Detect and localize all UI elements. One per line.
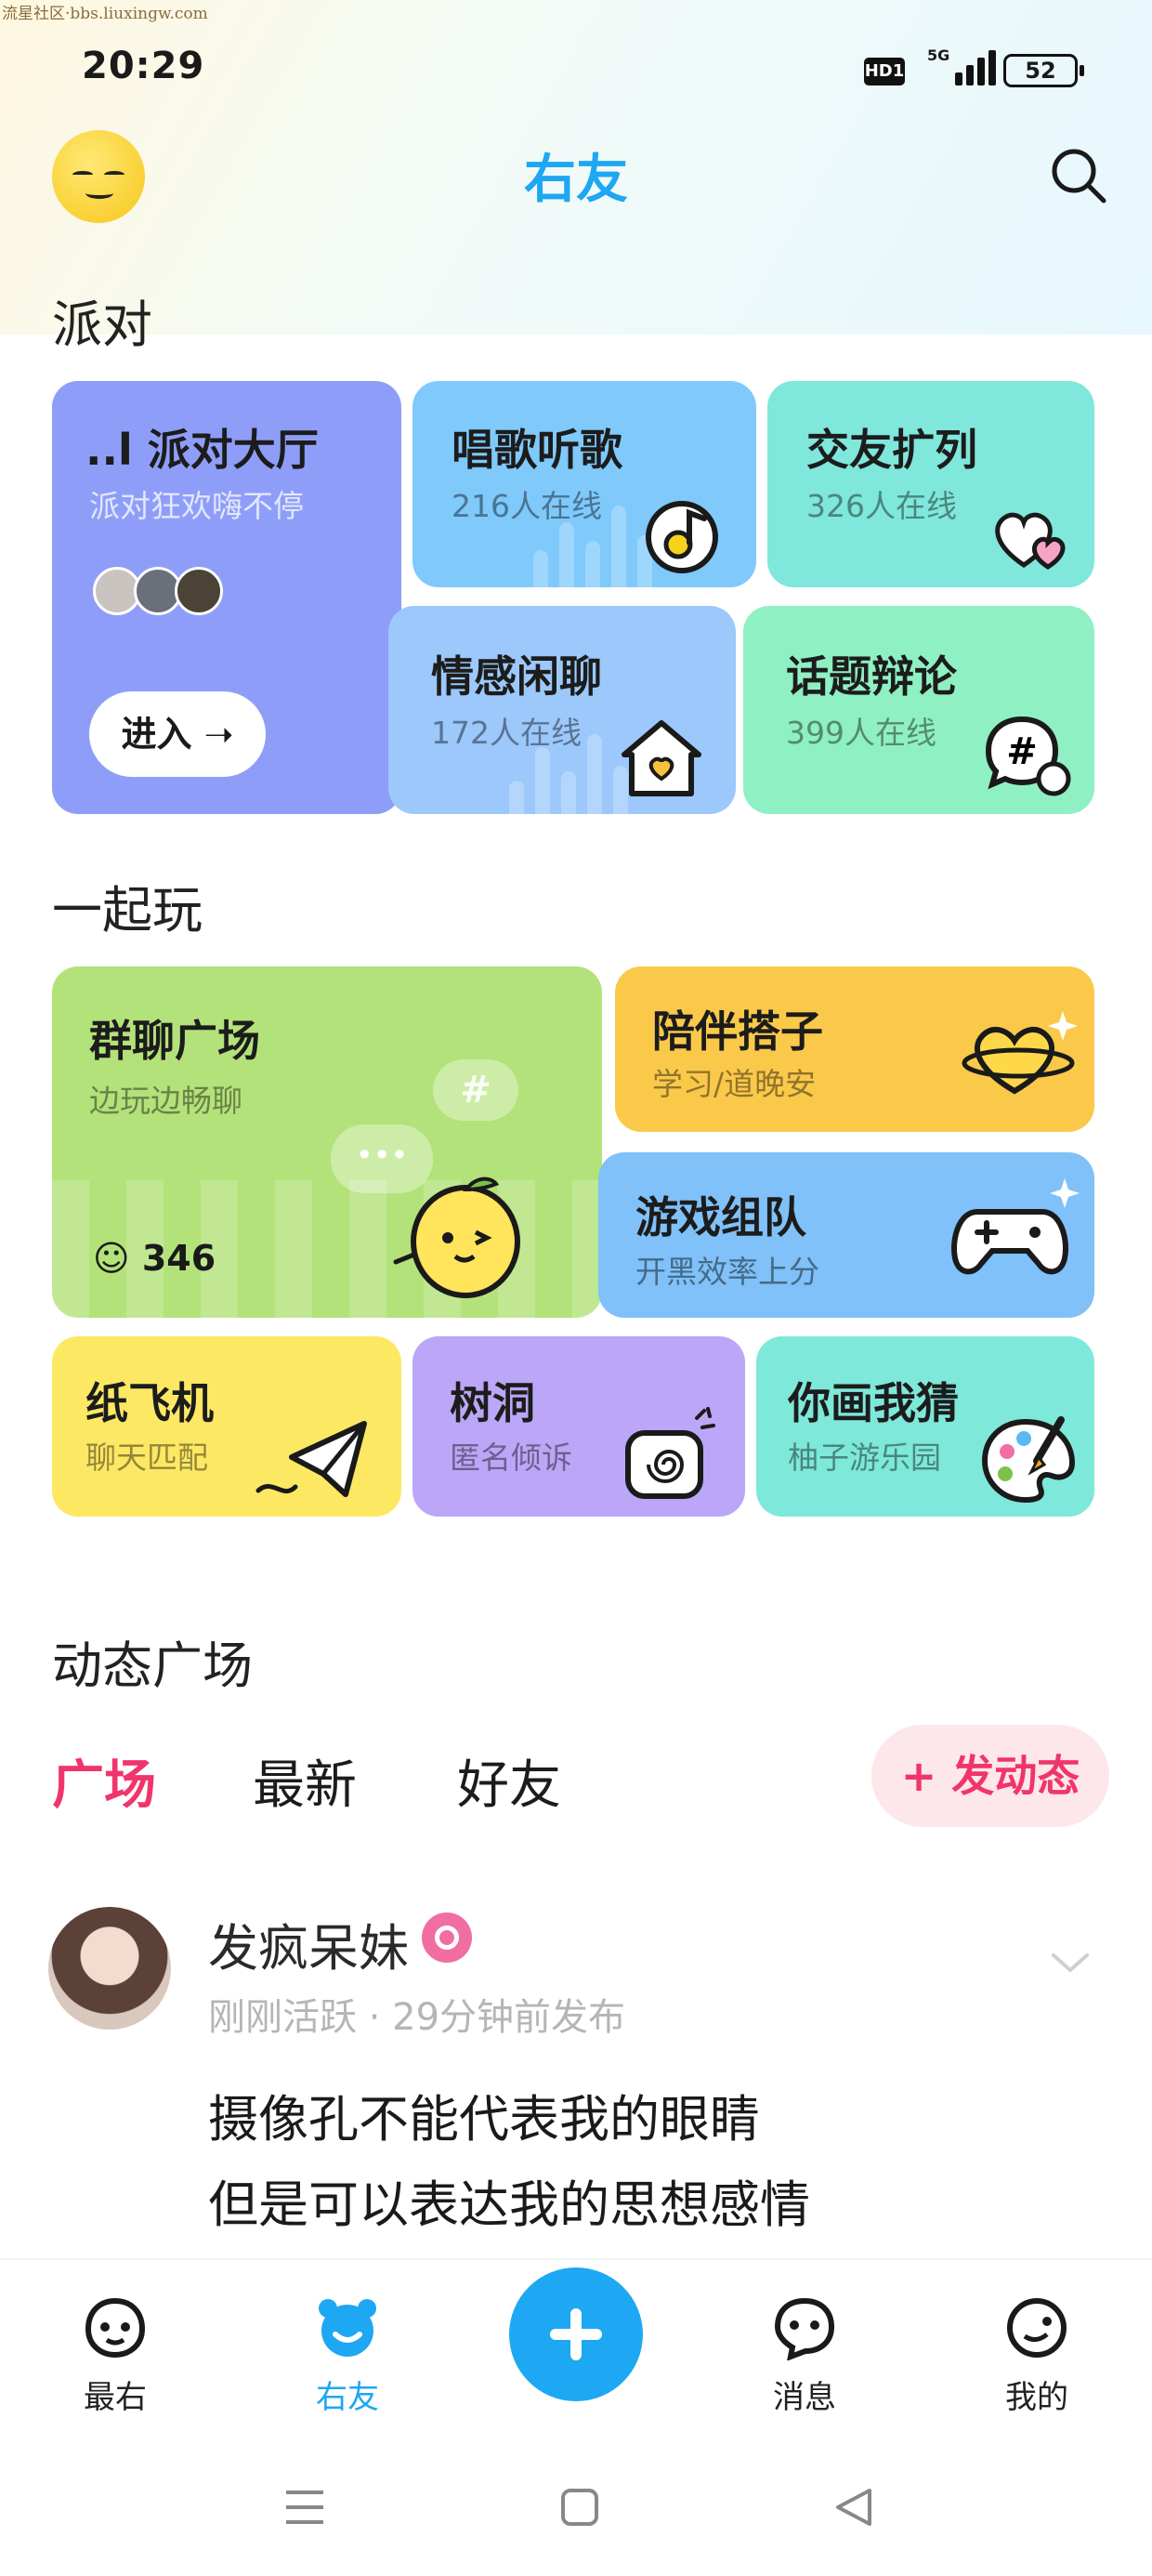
group-chat-title: 群聊广场 xyxy=(89,1016,260,1066)
hd-icon: HD1 xyxy=(864,58,905,85)
nav-label: 我的 xyxy=(1005,2379,1068,2416)
party-section-title: 派对 xyxy=(52,296,152,354)
room-title: 交友扩列 xyxy=(806,425,977,475)
group-chat-subtitle: 边玩边畅聊 xyxy=(89,1083,242,1119)
team-card[interactable]: 游戏组队 开黑效率上分 xyxy=(598,1152,1094,1318)
lemon-mascot-icon xyxy=(393,1176,520,1298)
music-note-icon xyxy=(646,501,718,573)
paper-plane-icon xyxy=(255,1421,367,1497)
hearts-icon xyxy=(995,512,1066,570)
post-author-avatar[interactable] xyxy=(48,1907,171,2030)
room-online: 399人在线 xyxy=(786,715,936,751)
chevron-down-icon[interactable] xyxy=(1050,1942,1091,1983)
enter-button[interactable]: 进入 ➝ xyxy=(89,691,266,777)
nav-item-me[interactable]: 我的 xyxy=(972,2295,1102,2417)
room-card-friends[interactable]: 交友扩列 326人在线 xyxy=(767,381,1094,587)
nav-item-youyou[interactable]: 右友 xyxy=(282,2295,412,2417)
bear-face-icon xyxy=(319,2299,376,2357)
hashtag-chat-icon: # xyxy=(985,716,1071,796)
member-avatar xyxy=(175,567,223,615)
paper-plane-subtitle: 聊天匹配 xyxy=(85,1439,208,1476)
room-online: 216人在线 xyxy=(452,488,602,524)
tree-hole-card[interactable]: 树洞 匿名倾诉 xyxy=(412,1336,745,1517)
menu-icon[interactable] xyxy=(284,2487,325,2528)
post-meta: 刚刚活跃 · 29分钟前发布 xyxy=(208,1996,626,2039)
team-title: 游戏组队 xyxy=(635,1192,806,1242)
nav-label: 最右 xyxy=(84,2379,147,2416)
group-chat-card[interactable]: 群聊广场 边玩边畅聊 # ••• ☺ 346 xyxy=(52,966,602,1318)
tab-latest[interactable]: 最新 xyxy=(253,1743,357,1819)
tab-square[interactable]: 广场 xyxy=(52,1743,156,1819)
profile-face-icon xyxy=(1007,2298,1067,2358)
paper-plane-card[interactable]: 纸飞机 聊天匹配 xyxy=(52,1336,401,1517)
post-text-line: 但是可以表达我的思想感情 xyxy=(208,2175,810,2234)
bottom-nav: 最右 右友 消息 我的 xyxy=(0,2258,1152,2453)
team-subtitle: 开黑效率上分 xyxy=(635,1254,819,1290)
room-title: 话题辩论 xyxy=(786,651,957,702)
room-online: 172人在线 xyxy=(431,715,582,751)
group-chat-count: ☺ 346 xyxy=(93,1238,216,1279)
post-button[interactable]: + 发动态 xyxy=(871,1725,1109,1827)
nav-label: 右友 xyxy=(316,2379,379,2416)
room-title: 情感闲聊 xyxy=(431,651,602,702)
draw-guess-card[interactable]: 你画我猜 柚子游乐园 xyxy=(756,1336,1094,1517)
tab-friends[interactable]: 好友 xyxy=(457,1743,561,1819)
system-nav-bar xyxy=(0,2453,1152,2576)
network-type: 5G xyxy=(927,46,950,64)
post-author-name[interactable]: 发疯呆妹 xyxy=(208,1907,409,1980)
nav-item-zuiyou[interactable]: 最右 xyxy=(50,2295,180,2417)
home-square-icon[interactable] xyxy=(559,2487,600,2528)
group-chat-count-value: 346 xyxy=(141,1238,216,1279)
group-icon: ☺ xyxy=(93,1238,130,1279)
back-triangle-icon[interactable] xyxy=(832,2487,873,2528)
camera-swirl-icon xyxy=(625,1407,715,1499)
tree-hole-title: 树洞 xyxy=(450,1378,535,1428)
party-hall-card[interactable]: ..l 派对大厅 派对狂欢嗨不停 进入 ➝ xyxy=(52,381,401,814)
companion-card[interactable]: 陪伴搭子 学习/道晚安 xyxy=(615,966,1094,1132)
party-hall-subtitle: 派对狂欢嗨不停 xyxy=(89,488,304,524)
draw-guess-title: 你画我猜 xyxy=(788,1378,959,1428)
draw-guess-subtitle: 柚子游乐园 xyxy=(788,1439,941,1476)
gamepad-icon xyxy=(951,1178,1080,1275)
room-card-emotion[interactable]: 情感闲聊 172人在线 xyxy=(388,606,736,814)
face-icon xyxy=(85,2297,146,2359)
party-hall-title: ..l 派对大厅 xyxy=(85,425,319,475)
room-online: 326人在线 xyxy=(806,488,957,524)
status-time: 20:29 xyxy=(82,45,205,87)
nav-item-messages[interactable]: 消息 xyxy=(740,2295,870,2417)
palette-icon xyxy=(981,1416,1076,1504)
create-plus-button[interactable] xyxy=(509,2267,643,2401)
svg-text:#: # xyxy=(1006,730,1038,773)
page-title: 右友 xyxy=(524,150,628,210)
heart-handshake-icon xyxy=(962,1011,1078,1095)
companion-title: 陪伴搭子 xyxy=(652,1006,823,1057)
badge-icon xyxy=(422,1912,472,1963)
tree-hole-subtitle: 匿名倾诉 xyxy=(450,1439,572,1476)
nav-label: 消息 xyxy=(773,2379,836,2416)
battery-icon: 52 xyxy=(1003,54,1084,87)
signal-icon: 5G xyxy=(927,46,996,89)
search-icon[interactable] xyxy=(1050,147,1107,204)
status-bar: 20:29 HD1 5G 52 xyxy=(0,37,1152,102)
home-heart-icon xyxy=(622,720,701,796)
watermark: 流星社区·bbs.liuxingw.com xyxy=(2,5,208,23)
feed-section-title: 动态广场 xyxy=(52,1636,253,1695)
room-card-debate[interactable]: 话题辩论 399人在线 # xyxy=(743,606,1094,814)
paper-plane-title: 纸飞机 xyxy=(85,1378,214,1428)
post-text-line: 摄像孔不能代表我的眼睛 xyxy=(208,2090,760,2149)
chat-icon xyxy=(774,2297,835,2361)
room-card-sing[interactable]: 唱歌听歌 216人在线 xyxy=(412,381,756,587)
play-section-title: 一起玩 xyxy=(52,881,203,940)
companion-subtitle: 学习/道晚安 xyxy=(652,1066,817,1102)
room-title: 唱歌听歌 xyxy=(452,425,622,475)
hashtag-bubble-icon: # xyxy=(433,1059,518,1121)
